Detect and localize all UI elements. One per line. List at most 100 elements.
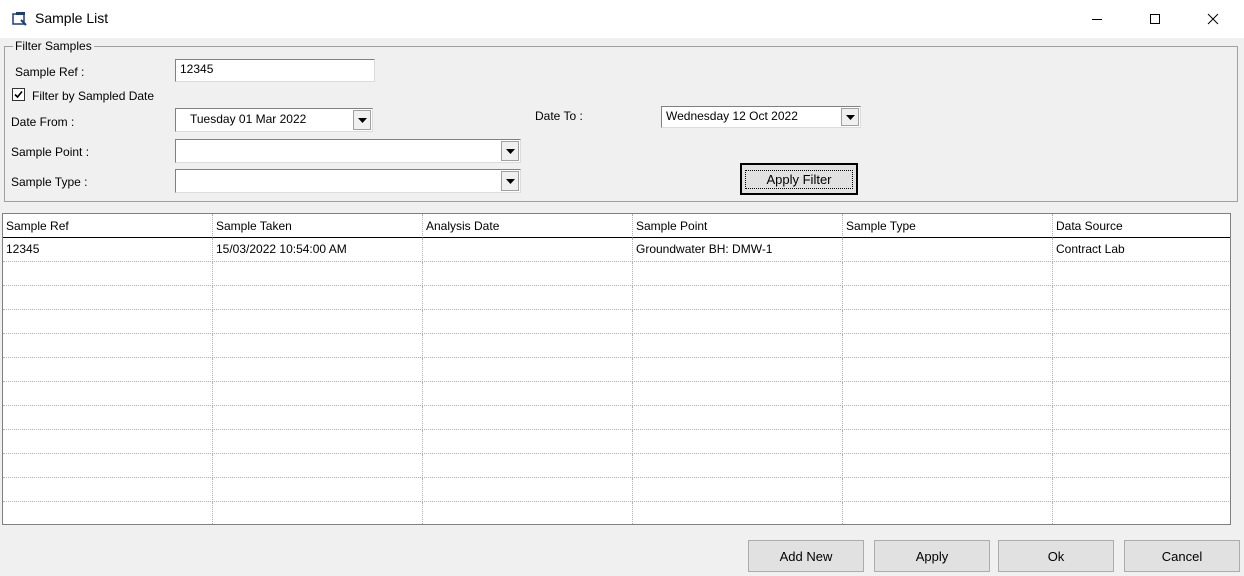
- table-cell: [3, 502, 213, 524]
- table-cell: [423, 262, 633, 286]
- sample-ref-input[interactable]: 12345: [175, 59, 375, 82]
- table-cell: [1053, 430, 1230, 454]
- table-row[interactable]: [3, 286, 1230, 310]
- table-cell: [843, 382, 1053, 406]
- table-cell: [1053, 406, 1230, 430]
- table-cell: [423, 358, 633, 382]
- table-cell: [3, 310, 213, 334]
- add-new-button[interactable]: Add New: [748, 540, 864, 572]
- add-new-label: Add New: [779, 548, 833, 564]
- chevron-down-icon: [505, 148, 515, 154]
- sample-ref-label: Sample Ref :: [15, 65, 85, 79]
- table-cell: [1053, 478, 1230, 502]
- table-cell: [213, 286, 423, 310]
- table-cell: [843, 358, 1053, 382]
- date-from-picker[interactable]: Tuesday 01 Mar 2022: [175, 108, 373, 132]
- table-row[interactable]: [3, 406, 1230, 430]
- date-from-dropdown-button[interactable]: [353, 110, 371, 130]
- table-cell: [1053, 454, 1230, 478]
- minimize-button[interactable]: [1074, 0, 1120, 38]
- date-to-value: Wednesday 12 Oct 2022: [666, 109, 798, 123]
- table-cell: [633, 310, 843, 334]
- table-row[interactable]: [3, 310, 1230, 334]
- column-header[interactable]: Sample Type: [843, 214, 1053, 238]
- sample-point-label: Sample Point :: [11, 145, 90, 159]
- table-cell: [633, 502, 843, 524]
- filter-samples-group: Filter Samples Sample Ref : 12345 Filter…: [4, 39, 1238, 202]
- apply-label: Apply: [915, 548, 949, 564]
- cancel-button[interactable]: Cancel: [1124, 540, 1240, 572]
- sample-point-select[interactable]: [175, 139, 521, 163]
- table-cell: [633, 358, 843, 382]
- table-cell: [633, 334, 843, 358]
- table-cell: [633, 406, 843, 430]
- table-cell: [213, 310, 423, 334]
- table-row[interactable]: 12345 15/03/2022 10:54:00 AM Groundwater B…: [3, 238, 1230, 262]
- column-header[interactable]: Sample Ref: [3, 214, 213, 238]
- sample-type-dropdown-button[interactable]: [501, 171, 519, 191]
- table-cell: [423, 310, 633, 334]
- ok-button[interactable]: Ok: [998, 540, 1114, 572]
- table-cell: [843, 406, 1053, 430]
- table-cell: [1053, 310, 1230, 334]
- table-row[interactable]: [3, 334, 1230, 358]
- table-cell: [843, 286, 1053, 310]
- table-row[interactable]: [3, 358, 1230, 382]
- chevron-down-icon: [357, 117, 367, 123]
- apply-filter-button[interactable]: Apply Filter: [740, 163, 858, 195]
- close-button[interactable]: [1190, 0, 1236, 38]
- table-cell: [633, 478, 843, 502]
- table-cell: 12345: [3, 238, 213, 262]
- table-row[interactable]: [3, 430, 1230, 454]
- column-header[interactable]: Analysis Date: [423, 214, 633, 238]
- table-cell: [213, 478, 423, 502]
- date-to-dropdown-button[interactable]: [841, 108, 859, 126]
- column-header[interactable]: Sample Point: [633, 214, 843, 238]
- table-cell: [213, 430, 423, 454]
- table-row[interactable]: [3, 454, 1230, 478]
- column-header[interactable]: Sample Taken: [213, 214, 423, 238]
- apply-button[interactable]: Apply: [874, 540, 990, 572]
- cancel-label: Cancel: [1161, 548, 1203, 564]
- table-cell: [3, 262, 213, 286]
- table-cell: Groundwater BH: DMW-1: [633, 238, 843, 262]
- date-to-picker[interactable]: Wednesday 12 Oct 2022: [661, 106, 861, 128]
- table-cell: [213, 454, 423, 478]
- table-cell: [1053, 382, 1230, 406]
- table-cell: [843, 454, 1053, 478]
- table-cell: [213, 502, 423, 524]
- table-row[interactable]: [3, 478, 1230, 502]
- minimize-icon: [1091, 13, 1103, 25]
- date-from-label: Date From :: [11, 115, 75, 129]
- table-cell: [423, 286, 633, 310]
- table-cell: [213, 262, 423, 286]
- table-cell: Contract Lab: [1053, 238, 1230, 262]
- sample-list-grid[interactable]: Sample Ref Sample Taken Analysis Date Sampl…: [2, 213, 1231, 525]
- table-cell: [3, 286, 213, 310]
- table-row[interactable]: [3, 262, 1230, 286]
- checkmark-icon: [14, 90, 23, 99]
- table-cell: [633, 286, 843, 310]
- table-cell: [423, 430, 633, 454]
- table-cell: [843, 334, 1053, 358]
- table-cell: 15/03/2022 10:54:00 AM: [213, 238, 423, 262]
- ok-label: Ok: [1047, 548, 1065, 564]
- sample-type-select[interactable]: [175, 169, 521, 193]
- column-header[interactable]: Data Source: [1053, 214, 1230, 238]
- chevron-down-icon: [505, 178, 515, 184]
- sample-point-dropdown-button[interactable]: [501, 141, 519, 161]
- table-cell: [3, 454, 213, 478]
- table-row[interactable]: [3, 502, 1230, 524]
- table-cell: [3, 406, 213, 430]
- date-from-value: Tuesday 01 Mar 2022: [190, 112, 307, 126]
- filter-by-date-label: Filter by Sampled Date: [32, 89, 155, 103]
- table-cell: [633, 262, 843, 286]
- maximize-button[interactable]: [1132, 0, 1178, 38]
- filter-by-date-checkbox[interactable]: [12, 88, 25, 101]
- sample-ref-value: 12345: [180, 62, 214, 76]
- table-cell: [3, 358, 213, 382]
- table-cell: [423, 238, 633, 262]
- table-cell: [843, 238, 1053, 262]
- table-cell: [3, 478, 213, 502]
- table-row[interactable]: [3, 382, 1230, 406]
